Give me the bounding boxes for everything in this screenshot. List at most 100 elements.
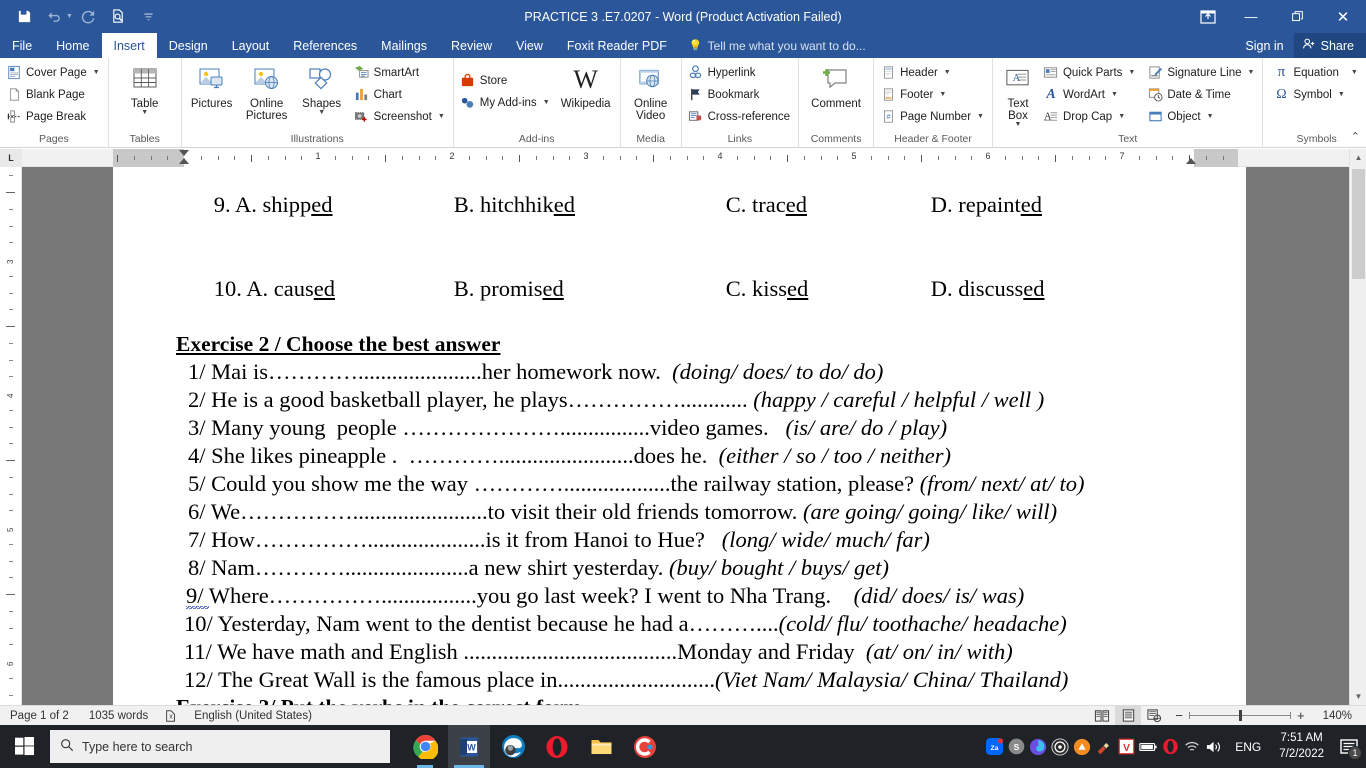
- proofing-errors-icon[interactable]: x: [158, 709, 184, 723]
- bookmark-button[interactable]: Bookmark: [686, 84, 794, 105]
- tab-layout[interactable]: Layout: [220, 33, 282, 58]
- restore-button[interactable]: [1274, 0, 1320, 33]
- share-button[interactable]: Share: [1293, 33, 1366, 58]
- cross-reference-button[interactable]: Cross-reference: [686, 106, 794, 127]
- wifi-tray-icon[interactable]: [1181, 725, 1203, 768]
- chevron-down-icon[interactable]: ▼: [318, 109, 325, 116]
- online-video-button[interactable]: Online Video: [627, 62, 675, 124]
- quick-parts-button[interactable]: Quick Parts ▼: [1041, 62, 1139, 83]
- sign-in-button[interactable]: Sign in: [1235, 33, 1293, 58]
- shapes-button[interactable]: Shapes ▼: [296, 62, 348, 118]
- ribbon-display-options-icon[interactable]: [1188, 0, 1228, 33]
- opera-tray-icon[interactable]: [1159, 725, 1181, 768]
- skype-tray-icon[interactable]: S: [1005, 725, 1027, 768]
- undo-dropdown-icon[interactable]: ▼: [66, 13, 73, 20]
- chevron-down-icon[interactable]: ▼: [1128, 69, 1135, 76]
- chevron-down-icon[interactable]: ▼: [1248, 69, 1255, 76]
- my-add-ins-button[interactable]: My Add-ins ▼: [458, 92, 554, 113]
- page-number-button[interactable]: # Page Number ▼: [878, 106, 988, 127]
- chevron-down-icon[interactable]: ▼: [438, 113, 445, 120]
- chevron-down-icon[interactable]: ▼: [1207, 113, 1214, 120]
- signature-line-button[interactable]: Signature Line ▼: [1145, 62, 1258, 83]
- blank-page-button[interactable]: Blank Page: [4, 84, 104, 105]
- orange-tray-icon[interactable]: [1071, 725, 1093, 768]
- firefox-tray-icon[interactable]: [1027, 725, 1049, 768]
- close-button[interactable]: ✕: [1320, 0, 1366, 33]
- cover-page-button[interactable]: Cover Page ▼: [4, 62, 104, 83]
- date-time-button[interactable]: Date & Time: [1145, 84, 1258, 105]
- right-indent-marker[interactable]: [1186, 158, 1196, 164]
- chart-button[interactable]: Chart: [352, 84, 449, 105]
- footer-button[interactable]: Footer ▼: [878, 84, 988, 105]
- tab-stop-selector[interactable]: L: [0, 149, 22, 167]
- tab-view[interactable]: View: [504, 33, 555, 58]
- zoom-in-button[interactable]: +: [1297, 708, 1305, 723]
- wordart-button[interactable]: A WordArt ▼: [1041, 84, 1139, 105]
- document-canvas[interactable]: 9. A. shipped B. hitchhiked C. traced D. re…: [22, 167, 1366, 705]
- equation-button[interactable]: π Equation ▼: [1271, 62, 1361, 83]
- web-layout-view-button[interactable]: [1141, 706, 1167, 726]
- first-line-indent-marker[interactable]: [179, 150, 189, 156]
- text-box-button[interactable]: A Text Box ▼: [997, 62, 1039, 130]
- chevron-down-icon[interactable]: ▼: [1338, 91, 1345, 98]
- tab-mailings[interactable]: Mailings: [369, 33, 439, 58]
- object-button[interactable]: Object ▼: [1145, 106, 1258, 127]
- vertical-ruler[interactable]: 3 4 5 6: [0, 167, 22, 705]
- chevron-down-icon[interactable]: ▼: [944, 69, 951, 76]
- horizontal-ruler[interactable]: L 1 2 3 4 5 6 7: [0, 149, 1366, 167]
- coccoc-taskbar-icon[interactable]: [624, 725, 666, 768]
- hyperlink-button[interactable]: Hyperlink: [686, 62, 794, 83]
- chevron-down-icon[interactable]: ▼: [141, 109, 148, 116]
- wikipedia-button[interactable]: W Wikipedia: [556, 62, 616, 112]
- input-language-indicator[interactable]: ENG: [1225, 740, 1271, 754]
- comment-button[interactable]: Comment: [807, 62, 865, 112]
- vlc-tray-icon[interactable]: V: [1115, 725, 1137, 768]
- tab-design[interactable]: Design: [157, 33, 220, 58]
- chrome-taskbar-icon[interactable]: [404, 725, 446, 768]
- ruler-right-margin[interactable]: [1194, 149, 1238, 167]
- action-center-button[interactable]: 1: [1332, 725, 1366, 768]
- chevron-down-icon[interactable]: ▼: [1351, 69, 1358, 76]
- ccleaner-tray-icon[interactable]: [1093, 725, 1115, 768]
- zoom-slider[interactable]: − +: [1167, 708, 1312, 723]
- tab-insert[interactable]: Insert: [101, 33, 157, 58]
- opera-taskbar-icon[interactable]: [536, 725, 578, 768]
- online-pictures-button[interactable]: Online Pictures: [240, 62, 294, 124]
- word-count[interactable]: 1035 words: [79, 710, 158, 722]
- volume-tray-icon[interactable]: [1203, 725, 1225, 768]
- language-indicator[interactable]: English (United States): [184, 710, 322, 722]
- screenshot-button[interactable]: Screenshot ▼: [352, 106, 449, 127]
- document-page[interactable]: 9. A. shipped B. hitchhiked C. traced D. re…: [113, 167, 1246, 705]
- pictures-button[interactable]: Pictures: [186, 62, 238, 112]
- tab-references[interactable]: References: [281, 33, 369, 58]
- zoom-level[interactable]: 140%: [1313, 710, 1366, 722]
- word-taskbar-icon[interactable]: W: [448, 725, 490, 768]
- search-input[interactable]: Type here to search: [50, 730, 390, 763]
- chevron-down-icon[interactable]: ▼: [93, 69, 100, 76]
- zalo-tray-icon[interactable]: Za: [983, 725, 1005, 768]
- print-layout-view-button[interactable]: [1115, 705, 1142, 726]
- read-mode-view-button[interactable]: [1089, 706, 1115, 726]
- chevron-down-icon[interactable]: ▼: [939, 91, 946, 98]
- scroll-thumb[interactable]: [1352, 169, 1365, 279]
- tab-review[interactable]: Review: [439, 33, 504, 58]
- hanging-indent-marker[interactable]: [179, 158, 189, 164]
- zoom-handle[interactable]: [1238, 710, 1242, 721]
- antivirus-tray-icon[interactable]: [1049, 725, 1071, 768]
- tab-home[interactable]: Home: [44, 33, 101, 58]
- smartart-button[interactable]: SmartArt: [352, 62, 449, 83]
- zoom-track[interactable]: [1188, 710, 1291, 721]
- zoom-out-button[interactable]: −: [1175, 708, 1183, 723]
- chevron-down-icon[interactable]: ▼: [1118, 113, 1125, 120]
- edge-taskbar-icon[interactable]: [492, 725, 534, 768]
- battery-tray-icon[interactable]: [1137, 725, 1159, 768]
- start-button[interactable]: [0, 725, 48, 768]
- clock[interactable]: 7:51 AM 7/2/2022: [1271, 731, 1332, 762]
- page-break-button[interactable]: Page Break: [4, 106, 104, 127]
- drop-cap-button[interactable]: A Drop Cap ▼: [1041, 106, 1139, 127]
- file-explorer-taskbar-icon[interactable]: [580, 725, 622, 768]
- chevron-down-icon[interactable]: ▼: [1111, 91, 1118, 98]
- tell-me-search[interactable]: 💡 Tell me what you want to do...: [679, 33, 876, 58]
- store-button[interactable]: Store: [458, 70, 554, 91]
- page-indicator[interactable]: Page 1 of 2: [0, 710, 79, 722]
